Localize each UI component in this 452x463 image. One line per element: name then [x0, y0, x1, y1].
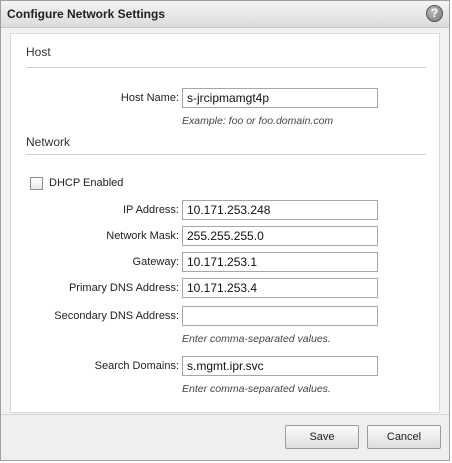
host-section-divider	[26, 67, 426, 68]
primary-dns-label: Primary DNS Address:	[68, 282, 179, 294]
primary-dns-input[interactable]	[182, 278, 378, 298]
network-section-divider	[26, 154, 426, 155]
network-mask-label: Network Mask:	[106, 230, 179, 242]
secondary-dns-hint: Enter comma-separated values.	[182, 333, 331, 345]
secondary-dns-label: Secondary DNS Address:	[54, 310, 179, 322]
host-section-title: Host	[26, 45, 51, 59]
help-icon[interactable]: ?	[426, 5, 443, 22]
ip-address-label: IP Address:	[122, 204, 179, 216]
configure-network-dialog: Configure Network Settings ? Host Host N…	[0, 0, 450, 461]
host-name-input[interactable]	[182, 88, 378, 108]
gateway-label: Gateway:	[132, 256, 179, 268]
dialog-body: Host Host Name: Example: foo or foo.doma…	[10, 33, 440, 413]
dialog-footer: Save Cancel	[1, 414, 449, 460]
cancel-button[interactable]: Cancel	[367, 425, 441, 449]
host-name-hint: Example: foo or foo.domain.com	[182, 115, 334, 127]
search-domains-hint: Enter comma-separated values.	[182, 383, 331, 395]
save-button[interactable]: Save	[285, 425, 359, 449]
dialog-title: Configure Network Settings	[7, 7, 166, 21]
network-section-title: Network	[26, 135, 71, 149]
gateway-input[interactable]	[182, 252, 378, 272]
dialog-titlebar[interactable]: Configure Network Settings ?	[1, 1, 449, 28]
secondary-dns-input[interactable]	[182, 306, 378, 326]
dhcp-checkbox[interactable]	[30, 177, 43, 190]
network-mask-input[interactable]	[182, 226, 378, 246]
ip-address-input[interactable]	[182, 200, 378, 220]
search-domains-input[interactable]	[182, 356, 378, 376]
dhcp-label[interactable]: DHCP Enabled	[49, 177, 123, 189]
host-name-label: Host Name:	[120, 92, 179, 104]
search-domains-label: Search Domains:	[94, 360, 179, 372]
